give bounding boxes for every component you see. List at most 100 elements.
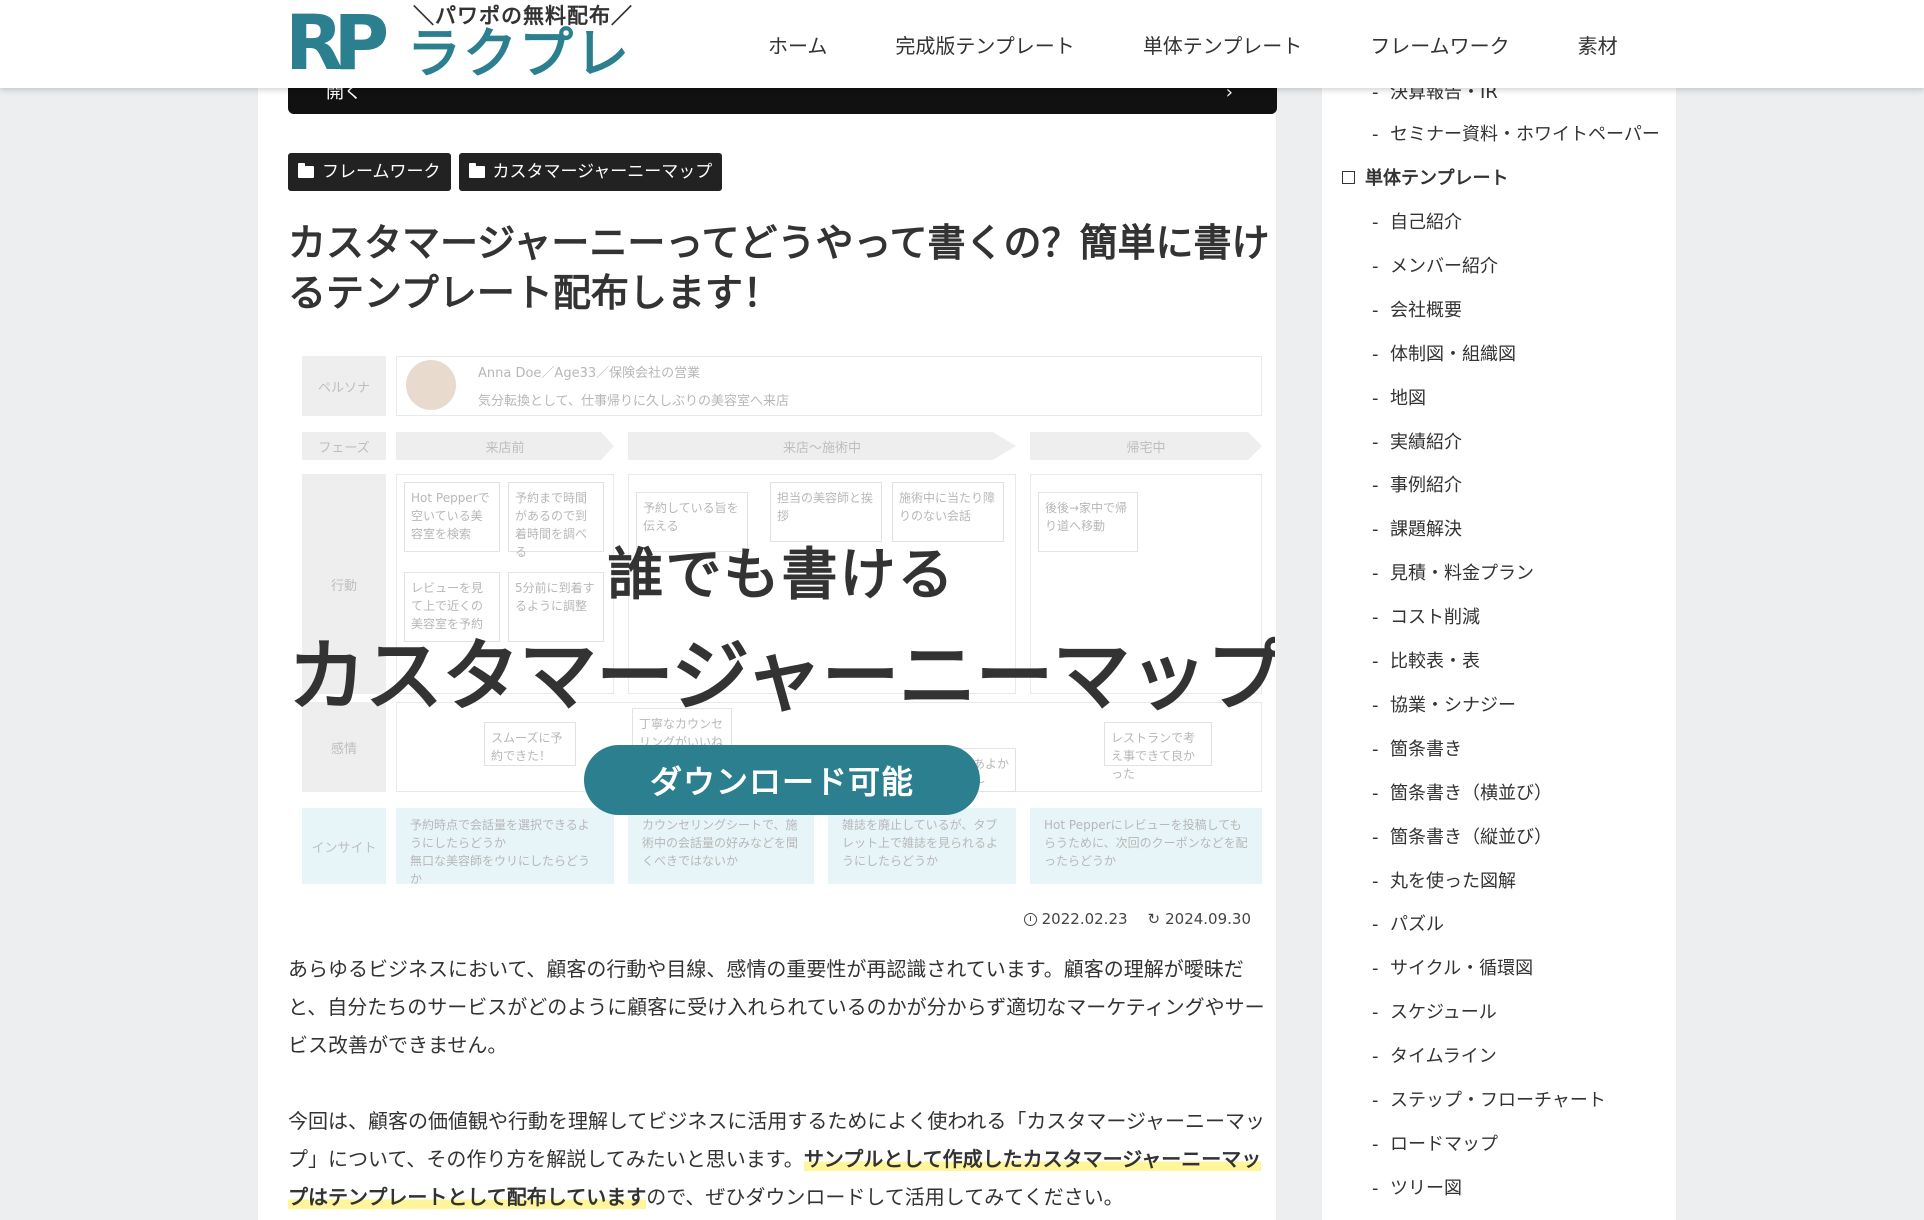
sidebar-item-label: サイクル・循環図 — [1390, 958, 1534, 980]
map-label: インサイト — [302, 808, 386, 884]
updated-date: ↻ 2024.09.30 — [1148, 910, 1251, 928]
sidebar-item[interactable]: - 協業・シナジー — [1372, 691, 1516, 717]
nav-single-templates[interactable]: 単体テンプレート — [1143, 30, 1302, 59]
article-title: カスタマージャーニーってどうやって書くの？簡単に書けるテンプレート配布します！ — [288, 221, 1270, 315]
nav-home[interactable]: ホーム — [768, 30, 827, 59]
sidebar-item-label: パズル — [1390, 914, 1444, 936]
sidebar-item[interactable]: - 事例紹介 — [1372, 471, 1462, 497]
sidebar-item-label: 事例紹介 — [1390, 475, 1462, 497]
article-paragraph-1: あらゆるビジネスにおいて、顧客の行動や目線、感情の重要性が再認識されています。顧… — [288, 957, 1265, 1057]
dash: - — [1372, 519, 1379, 541]
site-header: RP ＼パワポの無料配布／ ラクプレ ホーム 完成版テンプレート 単体テンプレー… — [0, 0, 1924, 88]
sidebar-item[interactable]: - 箇条書き — [1372, 735, 1462, 761]
sidebar-item[interactable]: - 見積・料金プラン — [1372, 559, 1534, 585]
dash: - — [1372, 343, 1379, 365]
logo-mark: RP — [285, 0, 389, 87]
sidebar-item-label: ロードマップ — [1390, 1133, 1498, 1155]
dash: - — [1372, 607, 1379, 629]
sidebar-item[interactable]: - パズル — [1372, 910, 1444, 936]
folder-icon — [468, 163, 485, 178]
dash: - — [1372, 475, 1379, 497]
sidebar-item[interactable]: - 箇条書き（横並び） — [1372, 779, 1552, 805]
refresh-icon: ↻ — [1147, 910, 1161, 928]
sidebar-item[interactable]: - ロードマップ — [1372, 1130, 1498, 1156]
insight-card: 予約時点で会話量を選択できるようにしたらどうか 無口な美容師をウリにしたらどうか — [396, 808, 614, 886]
dash: - — [1372, 694, 1379, 716]
map-label: ペルソナ — [302, 356, 386, 416]
dash: - — [1372, 651, 1379, 672]
category-tag-cjm[interactable]: カスタマージャーニーマップ — [458, 153, 723, 191]
square-icon — [1342, 170, 1355, 184]
clock-icon — [1023, 912, 1037, 926]
sidebar-item-seminar[interactable]: - セミナー資料・ホワイトペーパー — [1372, 120, 1660, 146]
sidebar-item-label: タイムライン — [1390, 1046, 1497, 1068]
dash: - — [1372, 1046, 1379, 1068]
dash: - — [1372, 1090, 1379, 1111]
sidebar-item-label: 会社概要 — [1390, 299, 1462, 321]
dash: - — [1372, 563, 1379, 585]
sidebar-item[interactable]: - 比較表・表 — [1372, 647, 1480, 673]
paragraph-text: ので、ぜひダウンロードして活用してみてください。 — [646, 1185, 1124, 1209]
main-nav: ホーム 完成版テンプレート 単体テンプレート フレームワーク 素材 — [768, 30, 1618, 59]
sidebar-item-label: 体制図・組織図 — [1390, 343, 1516, 365]
sidebar-item-label: 箇条書き（横並び） — [1390, 782, 1552, 804]
sidebar-section-title: 単体テンプレート — [1365, 168, 1509, 189]
article-paragraph-2: 今回は、顧客の価値観や行動を理解してビジネスに活用するためによく使われる「カスタ… — [288, 1102, 1278, 1216]
dash: - — [1372, 870, 1379, 892]
sidebar-item-label: 地図 — [1390, 387, 1426, 409]
sidebar-item-label: ステップ・フローチャート — [1390, 1090, 1606, 1111]
published-date-text: 2022.02.23 — [1041, 910, 1128, 928]
persona-name: Anna Doe／Age33／保険会社の営業 — [478, 366, 701, 381]
dash: - — [1372, 387, 1379, 409]
sidebar-item[interactable]: - 丸を使った図解 — [1372, 867, 1516, 893]
map-label: フェーズ — [302, 432, 386, 460]
sidebar-item[interactable]: - 自己紹介 — [1372, 208, 1462, 234]
eyecatch-headline-1: 誰でも書ける — [607, 543, 956, 608]
sidebar-item[interactable]: - 実績紹介 — [1372, 428, 1462, 454]
sidebar-item-label: 比較表・表 — [1390, 651, 1480, 672]
logo-name: ラクプレ — [407, 22, 631, 85]
insight-card: カウンセリングシートで、施術中の会話量の好みなどを聞くべきではないか — [628, 808, 814, 884]
sidebar-item[interactable]: - 会社概要 — [1372, 296, 1462, 322]
nav-materials[interactable]: 素材 — [1578, 30, 1618, 59]
sidebar-item[interactable]: - 体制図・組織図 — [1372, 340, 1516, 366]
eyecatch-image: ペルソナ Anna Doe／Age33／保険会社の営業 気分転換として、仕事帰り… — [288, 352, 1275, 886]
phase-arrow: 帰宅中 — [1030, 432, 1262, 460]
dash: - — [1372, 914, 1379, 936]
post-dates: 2022.02.23 ↻ 2024.09.30 — [1023, 910, 1251, 928]
sidebar-item-label: 箇条書き（縦並び） — [1390, 826, 1552, 848]
dash: - — [1372, 255, 1379, 277]
dash: - — [1372, 431, 1379, 453]
sidebar-item[interactable]: - サイクル・循環図 — [1372, 954, 1533, 980]
site-logo[interactable]: RP ＼パワポの無料配布／ ラクプレ — [285, 0, 645, 88]
eyecatch-headline-2: カスタマージャーニーマップ — [288, 632, 1275, 722]
nav-complete-templates[interactable]: 完成版テンプレート — [895, 30, 1074, 59]
sidebar-item[interactable]: - メンバー紹介 — [1372, 252, 1498, 278]
sidebar-item[interactable]: - 課題解決 — [1372, 515, 1462, 541]
sidebar-item-label: セミナー資料・ホワイトペーパー — [1390, 124, 1660, 145]
persona-avatar — [406, 360, 456, 410]
sidebar-item-label: 箇条書き — [1390, 738, 1462, 760]
sidebar-item[interactable]: - 地図 — [1372, 384, 1426, 410]
nav-frameworks[interactable]: フレームワーク — [1370, 30, 1509, 59]
emotion-card: レストランで考え事できて良かった — [1104, 722, 1212, 781]
main-content: 開く › フレームワーク カスタマージャーニーマップ カスタマージャーニーってど… — [258, 0, 1278, 1220]
folder-icon — [298, 163, 314, 178]
sidebar-item-label: コスト削減 — [1390, 607, 1480, 629]
dash: - — [1372, 738, 1379, 760]
category-label: フレームワーク — [322, 162, 441, 182]
sidebar-item[interactable]: - ツリー図 — [1372, 1174, 1462, 1200]
sidebar-section-single-templates[interactable]: 単体テンプレート — [1342, 164, 1508, 190]
sidebar-item[interactable]: - 箇条書き（縦並び） — [1372, 823, 1552, 849]
sidebar-item[interactable]: - コスト削減 — [1372, 603, 1480, 629]
sidebar-item-label: 自己紹介 — [1390, 212, 1462, 233]
sidebar-item[interactable]: - スケジュール — [1372, 998, 1497, 1024]
sidebar: - 決算報告・IR - セミナー資料・ホワイトペーパー 単体テンプレート - 自己紹介… — [1322, 0, 1676, 1220]
phase-arrow: 来店～施術中 — [628, 432, 1016, 460]
category-tag-framework[interactable]: フレームワーク — [288, 153, 451, 191]
dash: - — [1372, 1002, 1379, 1024]
sidebar-item[interactable]: - タイムライン — [1372, 1042, 1497, 1068]
sidebar-item[interactable]: - ステップ・フローチャート — [1372, 1086, 1606, 1112]
insight-card: Hot Pepperにレビューを投稿してもらうために、次回のクーポンなどを配った… — [1030, 808, 1262, 884]
persona-desc: 気分転換として、仕事帰りに久しぶりの美容室へ来店 — [478, 394, 789, 409]
